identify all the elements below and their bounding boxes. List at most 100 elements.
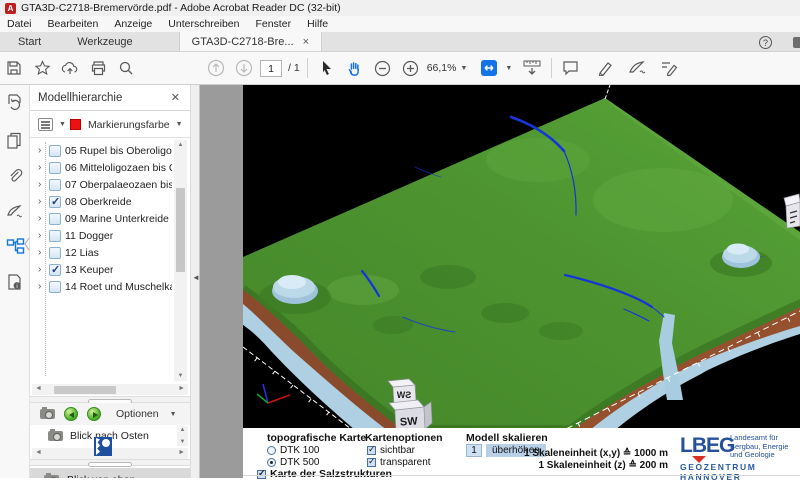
layer-checkbox[interactable] <box>49 264 61 276</box>
layer-checkbox[interactable] <box>49 230 61 242</box>
tree-item[interactable]: ›09 Marine Unterkreide <box>30 210 172 227</box>
salt-map-option[interactable]: Karte der Salzstrukturen <box>257 468 392 480</box>
scale-info: 1 Skaleneinheit (x,y) ≙ 1000 m 1 Skalene… <box>524 448 668 472</box>
tree-options-dropdown-icon[interactable]: ▼ <box>59 121 66 128</box>
marker-color-dropdown-icon[interactable]: ▼ <box>176 121 183 128</box>
model-hierarchy-panel: Modellhierarchie ✕ ▼ Markierungsfarbe ▼ … <box>30 85 190 478</box>
tab-close-icon[interactable]: × <box>303 36 309 48</box>
dtk500-radio[interactable] <box>267 458 276 467</box>
previous-view-button[interactable] <box>64 407 78 421</box>
tab-document[interactable]: GTA3D-C2718-Bre... × <box>179 32 322 51</box>
main-toolbar: 1 / 1 66,1% ▼ ▼ <box>0 52 800 85</box>
menu-anzeige[interactable]: Anzeige <box>114 18 152 30</box>
menu-unterschreiben[interactable]: Unterschreiben <box>168 18 239 30</box>
menu-bearbeiten[interactable]: Bearbeiten <box>48 18 99 30</box>
options-dropdown-icon[interactable]: ▼ <box>170 411 177 418</box>
page-number-input[interactable]: 1 <box>260 60 282 77</box>
dtk100-radio[interactable] <box>267 446 276 455</box>
map-options-header: Kartenoptionen <box>365 432 443 444</box>
tab-werkzeuge[interactable]: Werkzeuge <box>59 32 150 51</box>
sign-tool-icon[interactable] <box>623 55 651 81</box>
save-button[interactable] <box>0 55 28 81</box>
comment-tool-icon[interactable] <box>557 55 585 81</box>
tree-horizontal-scrollbar[interactable]: ◄► <box>32 384 188 395</box>
tab-bar: Start Werkzeuge GTA3D-C2718-Bre... × <box>0 32 800 52</box>
tree-item[interactable]: ›14 Roet und Muschelkalk <box>30 278 172 295</box>
star-button[interactable] <box>28 55 56 81</box>
zoom-out-button[interactable] <box>369 55 397 81</box>
views-scrollbar[interactable]: ▲▼ <box>177 426 188 446</box>
title-bar: A GTA3D-C2718-Bremervörde.pdf - Adobe Ac… <box>0 0 800 16</box>
svg-text:SW: SW <box>400 415 419 428</box>
tab-start[interactable]: Start <box>0 32 59 51</box>
layer-checkbox[interactable] <box>49 145 61 157</box>
dtk500-option[interactable]: DTK 500 <box>267 457 319 468</box>
dtk100-option[interactable]: DTK 100 <box>267 445 319 456</box>
tree-item[interactable]: ›07 Oberpalaeozaen bis Unter <box>30 176 172 193</box>
zoom-dropdown-icon[interactable]: ▼ <box>460 65 467 72</box>
page-fit-dropdown-icon[interactable]: ▼ <box>505 65 512 72</box>
menu-fenster[interactable]: Fenster <box>255 18 291 30</box>
tree-options-icon[interactable] <box>38 118 53 131</box>
options-menu[interactable]: Optionen <box>116 408 159 420</box>
zoom-level-value[interactable]: 66,1% <box>427 62 457 74</box>
model-tree-icon[interactable] <box>6 238 24 256</box>
lbeg-logo: LBEG <box>680 434 734 458</box>
hand-tool-icon[interactable] <box>341 55 369 81</box>
select-tool-icon[interactable] <box>313 55 341 81</box>
views-toolbar: Optionen ▼ <box>30 403 190 425</box>
view-camera-icon <box>48 431 63 441</box>
notification-icon[interactable] <box>793 37 800 48</box>
tree-item[interactable]: ›12 Lias <box>30 244 172 261</box>
selected-view-row[interactable]: Blick von oben <box>30 468 190 478</box>
next-view-button[interactable] <box>87 407 101 421</box>
transparent-checkbox[interactable] <box>367 458 376 467</box>
views-camera-icon[interactable] <box>40 409 55 419</box>
panel-close-icon[interactable]: ✕ <box>171 91 180 104</box>
layer-checkbox[interactable] <box>49 213 61 225</box>
attachments-icon[interactable] <box>6 169 24 187</box>
help-icon[interactable]: ? <box>759 36 772 49</box>
layer-checkbox[interactable] <box>49 179 61 191</box>
transparent-option[interactable]: transparent <box>367 457 431 468</box>
highlighter-tool-icon[interactable] <box>591 55 619 81</box>
menu-hilfe[interactable]: Hilfe <box>307 18 328 30</box>
tree-item[interactable]: ›11 Dogger <box>30 227 172 244</box>
3d-scene: SW SW <box>243 85 800 428</box>
collapse-panel-icon[interactable]: ◄ <box>192 273 200 282</box>
tree-item[interactable]: ›05 Rupel bis Oberoligozaen <box>30 142 172 159</box>
lbeg-logo-subtitle: Landesamt fürBergbau, Energieund Geologi… <box>730 434 788 460</box>
panel-splitter[interactable]: ◄ <box>190 85 200 478</box>
panel-splitter-grip[interactable] <box>30 396 190 403</box>
document-background: SW SW topografische Karte DTK 100 <box>200 85 800 478</box>
menu-datei[interactable]: Datei <box>7 18 32 30</box>
visible-option[interactable]: sichtbar <box>367 445 415 456</box>
layer-checkbox[interactable] <box>49 281 61 293</box>
export-pdf-icon[interactable] <box>6 93 24 111</box>
visible-checkbox[interactable] <box>367 446 376 455</box>
scale-factor-input[interactable]: 1 <box>466 444 482 457</box>
tree-scrollbar[interactable]: ▲ ▼ <box>174 140 187 381</box>
salt-map-checkbox[interactable] <box>257 470 266 479</box>
panel-splitter-grip[interactable] <box>30 459 190 466</box>
layer-checkbox[interactable] <box>49 162 61 174</box>
tree-item[interactable]: ›08 Oberkreide <box>30 193 172 210</box>
next-page-button[interactable] <box>230 55 258 81</box>
layer-checkbox[interactable] <box>49 196 61 208</box>
cloud-upload-button[interactable] <box>56 55 84 81</box>
fill-sign-tool-icon[interactable] <box>655 55 683 81</box>
page-thumbnails-icon[interactable] <box>6 132 24 150</box>
tree-item[interactable]: ›13 Keuper <box>30 261 172 278</box>
marker-color-swatch[interactable] <box>70 119 81 130</box>
layer-checkbox[interactable] <box>49 247 61 259</box>
fit-width-button[interactable] <box>518 55 546 81</box>
print-button[interactable] <box>84 55 112 81</box>
search-icon[interactable] <box>112 55 140 81</box>
tree-item[interactable]: ›06 Mitteloligozaen bis Obere <box>30 159 172 176</box>
page-fit-button[interactable] <box>475 55 503 81</box>
previous-page-button[interactable] <box>202 55 230 81</box>
signatures-icon[interactable] <box>6 204 24 222</box>
3d-model-viewport[interactable]: SW SW <box>243 85 800 428</box>
zoom-in-button[interactable] <box>397 55 425 81</box>
page-properties-icon[interactable]: i <box>6 273 24 291</box>
